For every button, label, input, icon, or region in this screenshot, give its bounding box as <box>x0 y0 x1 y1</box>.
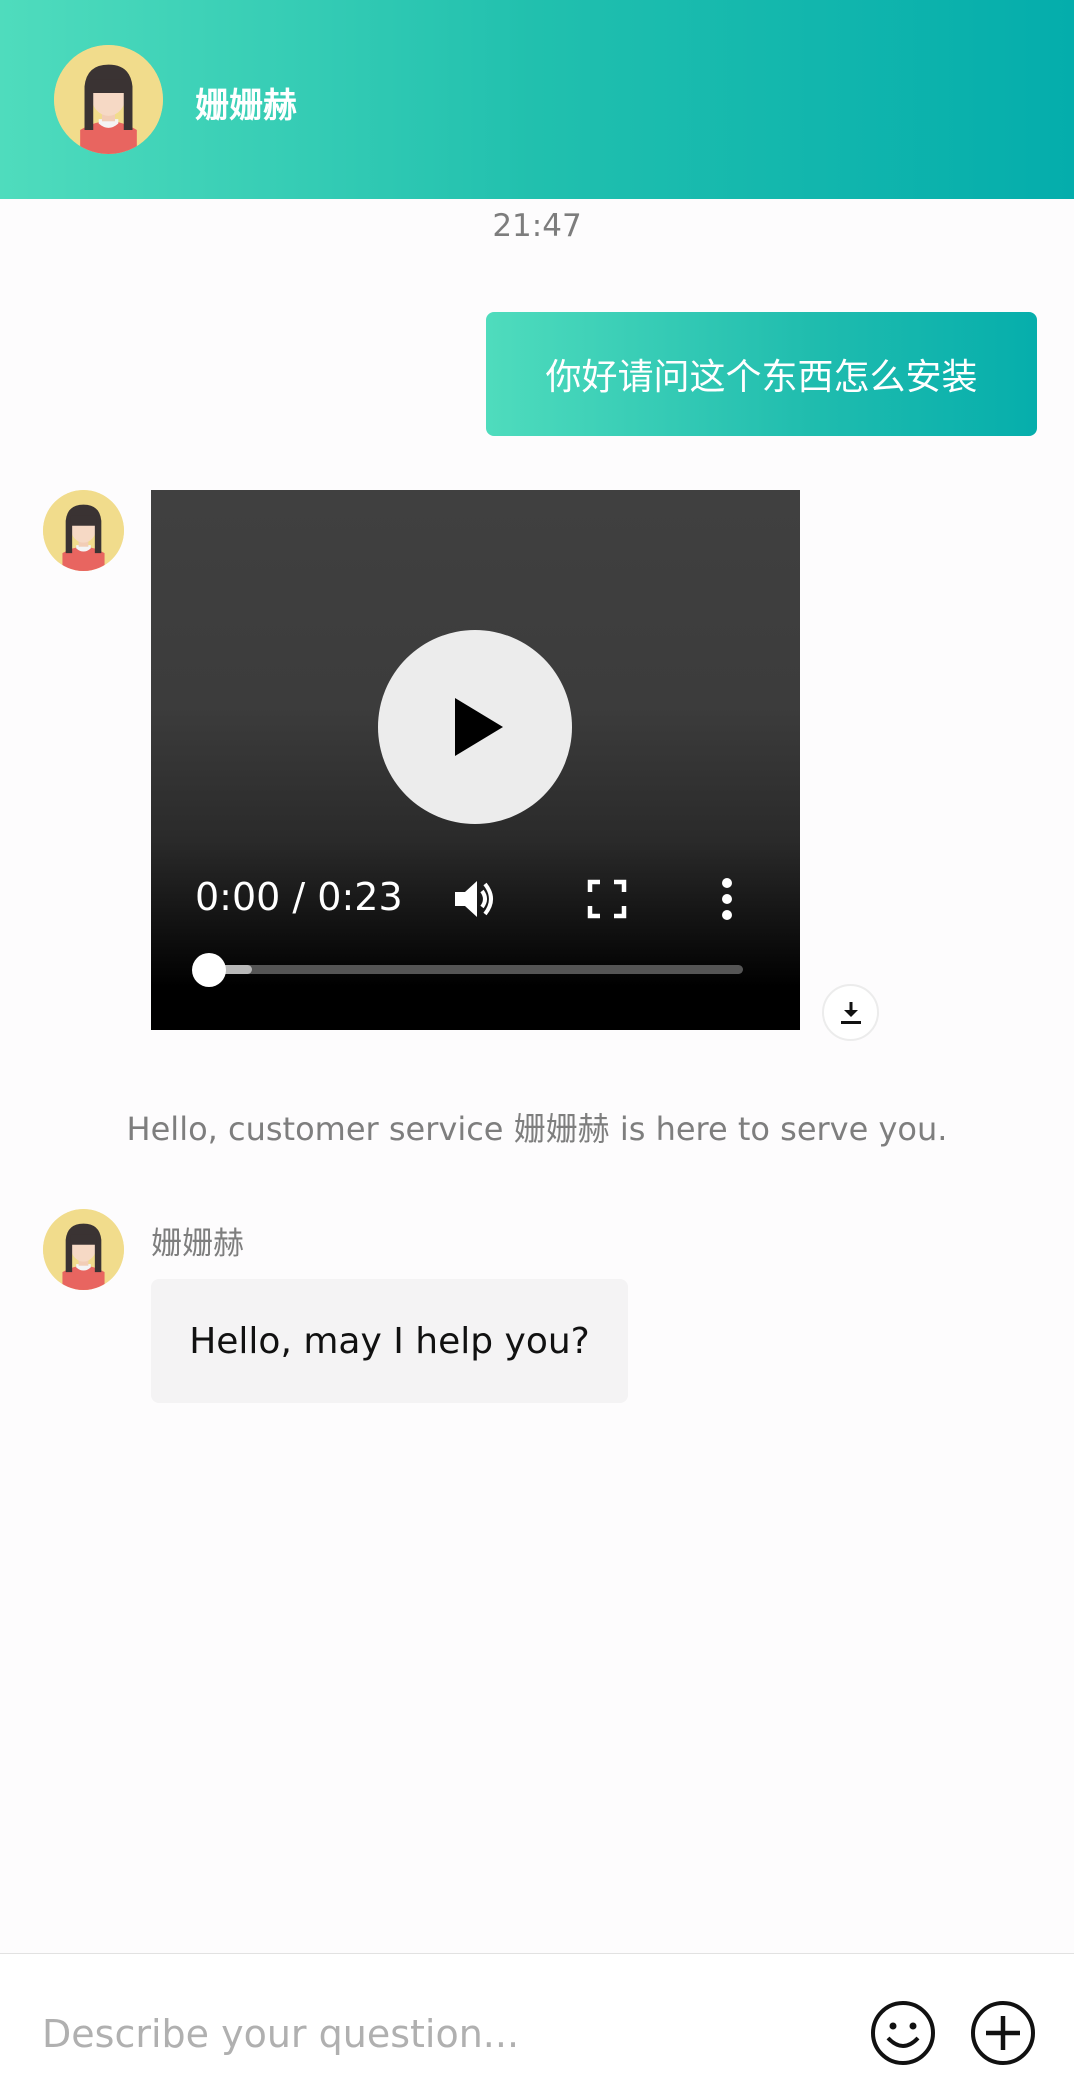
video-progress-thumb[interactable] <box>192 953 226 987</box>
system-message: Hello, customer service 姗姗赫 is here to s… <box>126 1110 948 1148</box>
agent-message-avatar[interactable] <box>43 490 124 571</box>
message-input-bar <box>0 1953 1074 2099</box>
video-player[interactable]: 0:00 / 0:23 <box>151 490 800 1030</box>
incoming-message-bubble: Hello, may I help you? <box>151 1279 628 1403</box>
video-time-display: 0:00 / 0:23 <box>195 875 403 919</box>
outgoing-message-text: 你好请问这个东西怎么安装 <box>545 357 978 398</box>
emoji-icon[interactable] <box>870 2000 936 2066</box>
more-options-icon[interactable] <box>721 877 733 921</box>
play-button[interactable] <box>378 630 572 824</box>
girl-avatar-icon <box>54 45 163 154</box>
download-button[interactable] <box>822 984 879 1041</box>
girl-avatar-icon <box>43 490 124 571</box>
agent-message-avatar[interactable] <box>43 1209 124 1290</box>
question-input[interactable] <box>42 2009 822 2059</box>
fullscreen-icon[interactable] <box>587 879 627 919</box>
incoming-message-text: Hello, may I help you? <box>189 1320 590 1362</box>
agent-avatar[interactable] <box>54 45 163 154</box>
girl-avatar-icon <box>43 1209 124 1290</box>
sender-name: 姗姗赫 <box>151 1226 244 1262</box>
message-timestamp: 21:47 <box>492 208 582 244</box>
play-icon <box>455 698 503 756</box>
add-icon[interactable] <box>970 2000 1036 2066</box>
chat-header: 姗姗赫 <box>0 0 1074 199</box>
outgoing-message-bubble: 你好请问这个东西怎么安装 <box>486 312 1037 436</box>
video-progress-bar[interactable] <box>192 953 743 987</box>
agent-name-title: 姗姗赫 <box>195 86 297 126</box>
download-icon <box>841 1002 861 1024</box>
volume-icon[interactable] <box>451 875 499 923</box>
